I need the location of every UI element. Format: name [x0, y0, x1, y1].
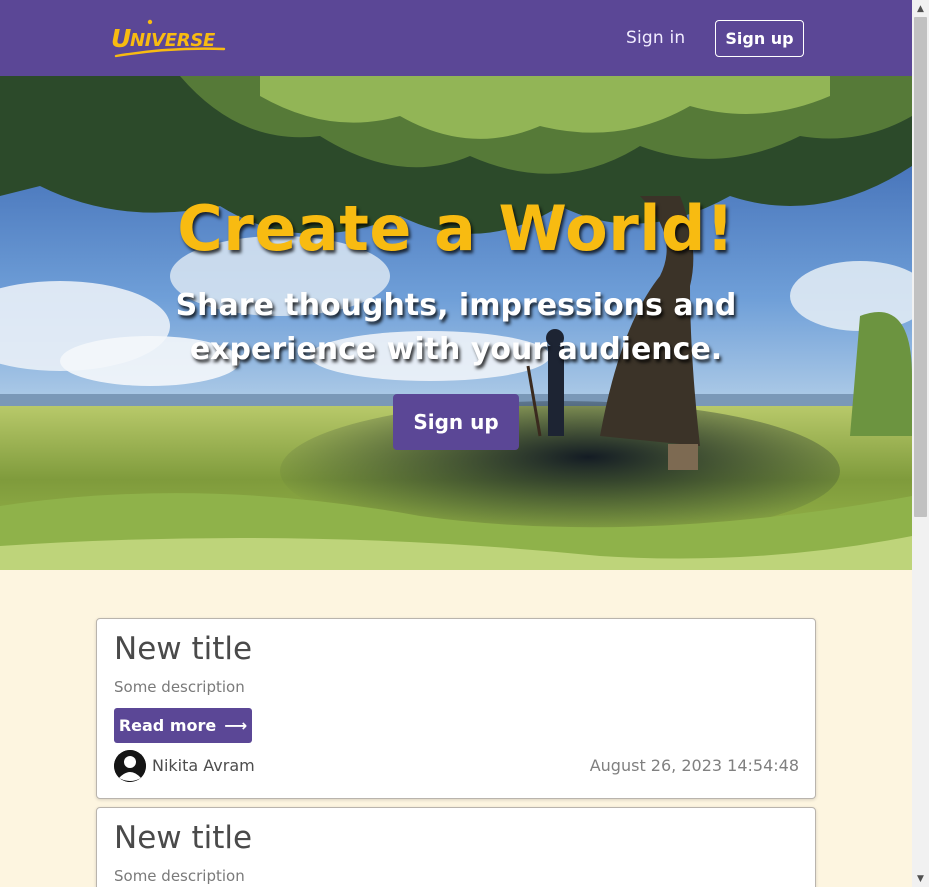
hero-title: Create a World!	[177, 192, 735, 265]
post-title[interactable]: New title	[114, 631, 252, 667]
navbar: U NIVERSE Sign in Sign up	[0, 0, 912, 76]
svg-text:U: U	[111, 24, 131, 53]
hero-signup-button[interactable]: Sign up	[393, 394, 519, 450]
vertical-scrollbar[interactable]: ▲ ▼	[912, 0, 929, 887]
navbar-signup-button[interactable]: Sign up	[715, 20, 804, 57]
post-date: August 26, 2023 14:54:48	[589, 756, 799, 775]
post-author[interactable]: Nikita Avram	[152, 756, 255, 775]
universe-logo[interactable]: U NIVERSE	[110, 16, 230, 62]
post-title[interactable]: New title	[114, 820, 252, 856]
hero-subtitle: Share thoughts, impressions and experien…	[175, 288, 737, 367]
hero-banner: Create a World! Share thoughts, impressi…	[0, 76, 912, 570]
post-description: Some description	[114, 678, 245, 696]
post-card: New title Some description	[96, 807, 816, 887]
read-more-label: Read more	[118, 716, 217, 735]
post-card: New title Some description Read more ⟶ N…	[96, 618, 816, 799]
signin-link[interactable]: Sign in	[626, 28, 685, 48]
page: U NIVERSE Sign in Sign up Create a World…	[0, 0, 912, 887]
read-more-button[interactable]: Read more ⟶	[114, 708, 252, 743]
post-description: Some description	[114, 867, 245, 885]
scroll-up-arrow-icon[interactable]: ▲	[912, 0, 929, 17]
scroll-down-arrow-icon[interactable]: ▼	[912, 870, 929, 887]
user-avatar-icon[interactable]	[114, 750, 146, 782]
scrollbar-thumb[interactable]	[914, 17, 927, 517]
arrow-right-icon: ⟶	[224, 716, 248, 735]
